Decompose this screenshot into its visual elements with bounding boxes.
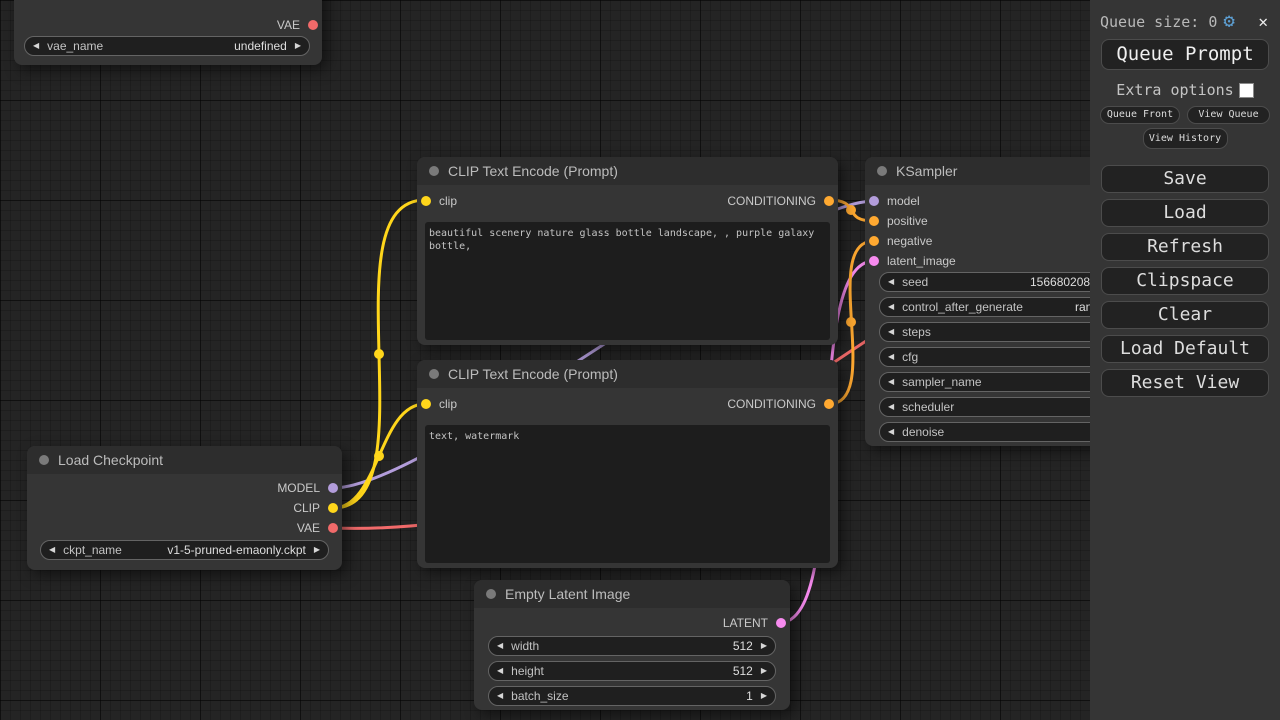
decrement-arrow-icon[interactable]: ◀ xyxy=(888,353,894,361)
output-label: CONDITIONING xyxy=(727,397,816,411)
port-row: VAE xyxy=(14,15,322,35)
input-label: clip xyxy=(439,194,457,208)
node-clip-text-encode-negative[interactable]: CLIP Text Encode (Prompt) clip CONDITION… xyxy=(417,360,838,568)
clip-input-port[interactable] xyxy=(421,196,431,206)
increment-arrow-icon[interactable]: ▶ xyxy=(761,667,767,675)
output-label: MODEL xyxy=(277,481,320,495)
node-load-checkpoint[interactable]: Load Checkpoint MODEL CLIP VAE ◀ ckpt_na… xyxy=(27,446,342,570)
input-label: positive xyxy=(887,214,928,228)
node-title: CLIP Text Encode (Prompt) xyxy=(448,366,618,382)
conditioning-output-port[interactable] xyxy=(824,399,834,409)
queue-size-label: Queue size: 0 xyxy=(1100,13,1217,31)
node-clip-text-encode-positive[interactable]: CLIP Text Encode (Prompt) clip CONDITION… xyxy=(417,157,838,345)
batch-size-widget[interactable]: ◀ batch_size 1 ▶ xyxy=(488,686,776,706)
node-title-bar[interactable]: Empty Latent Image xyxy=(474,580,790,608)
widget-value: 1 xyxy=(746,689,753,703)
widget-value: 512 xyxy=(733,639,753,653)
input-label: latent_image xyxy=(887,254,956,268)
decrement-arrow-icon[interactable]: ◀ xyxy=(33,42,39,50)
decrement-arrow-icon[interactable]: ◀ xyxy=(888,278,894,286)
clear-button[interactable]: Clear xyxy=(1101,301,1269,329)
clip-input-port[interactable] xyxy=(421,399,431,409)
decrement-arrow-icon[interactable]: ◀ xyxy=(497,692,503,700)
widget-label: vae_name xyxy=(47,39,234,53)
node-empty-latent-image[interactable]: Empty Latent Image LATENT ◀ width 512 ▶ … xyxy=(474,580,790,710)
view-history-button[interactable]: View History xyxy=(1143,128,1228,149)
widget-label: height xyxy=(511,664,733,678)
extra-options-checkbox[interactable] xyxy=(1239,83,1254,98)
collapse-dot-icon[interactable] xyxy=(429,166,439,176)
extra-options-label: Extra options xyxy=(1116,81,1233,99)
decrement-arrow-icon[interactable]: ◀ xyxy=(888,378,894,386)
node-title: Empty Latent Image xyxy=(505,586,630,602)
widget-value: v1-5-pruned-emaonly.ckpt xyxy=(167,543,306,557)
queue-front-button[interactable]: Queue Front xyxy=(1100,106,1180,124)
prompt-textarea[interactable]: text, watermark xyxy=(425,425,830,563)
comfy-menu: Queue size: 0 ⚙ ✕ Queue Prompt Extra opt… xyxy=(1090,0,1280,720)
increment-arrow-icon[interactable]: ▶ xyxy=(761,692,767,700)
collapse-dot-icon[interactable] xyxy=(429,369,439,379)
increment-arrow-icon[interactable]: ▶ xyxy=(314,546,320,554)
prompt-textarea[interactable]: beautiful scenery nature glass bottle la… xyxy=(425,222,830,340)
collapse-dot-icon[interactable] xyxy=(486,589,496,599)
output-label: CLIP xyxy=(293,501,320,515)
widget-value: 512 xyxy=(733,664,753,678)
decrement-arrow-icon[interactable]: ◀ xyxy=(888,303,894,311)
positive-input-port[interactable] xyxy=(869,216,879,226)
collapse-dot-icon[interactable] xyxy=(877,166,887,176)
output-label: CONDITIONING xyxy=(727,194,816,208)
decrement-arrow-icon[interactable]: ◀ xyxy=(497,642,503,650)
vae-output-port[interactable] xyxy=(328,523,338,533)
clip-output-port[interactable] xyxy=(328,503,338,513)
output-label: LATENT xyxy=(723,616,768,630)
decrement-arrow-icon[interactable]: ◀ xyxy=(497,667,503,675)
increment-arrow-icon[interactable]: ▶ xyxy=(295,42,301,50)
clipspace-button[interactable]: Clipspace xyxy=(1101,267,1269,295)
save-button[interactable]: Save xyxy=(1101,165,1269,193)
view-queue-button[interactable]: View Queue xyxy=(1187,106,1270,124)
collapse-dot-icon[interactable] xyxy=(39,455,49,465)
node-title-bar[interactable]: CLIP Text Encode (Prompt) xyxy=(417,360,838,388)
output-label: VAE xyxy=(297,521,320,535)
widget-value: undefined xyxy=(234,39,287,53)
widget-value: 1566802087 xyxy=(1030,275,1097,289)
latent-output-port[interactable] xyxy=(776,618,786,628)
height-widget[interactable]: ◀ height 512 ▶ xyxy=(488,661,776,681)
decrement-arrow-icon[interactable]: ◀ xyxy=(888,328,894,336)
input-label: model xyxy=(887,194,920,208)
increment-arrow-icon[interactable]: ▶ xyxy=(761,642,767,650)
input-label: clip xyxy=(439,397,457,411)
close-icon[interactable]: ✕ xyxy=(1258,12,1268,31)
refresh-button[interactable]: Refresh xyxy=(1101,233,1269,261)
conditioning-output-port[interactable] xyxy=(824,196,834,206)
latent-image-input-port[interactable] xyxy=(869,256,879,266)
widget-label: width xyxy=(511,639,733,653)
vae-output-port[interactable] xyxy=(308,20,318,30)
decrement-arrow-icon[interactable]: ◀ xyxy=(49,546,55,554)
model-input-port[interactable] xyxy=(869,196,879,206)
negative-input-port[interactable] xyxy=(869,236,879,246)
vae-name-widget[interactable]: ◀ vae_name undefined ▶ xyxy=(24,36,310,56)
reset-view-button[interactable]: Reset View xyxy=(1101,369,1269,397)
output-label: VAE xyxy=(277,18,300,32)
width-widget[interactable]: ◀ width 512 ▶ xyxy=(488,636,776,656)
queue-prompt-button[interactable]: Queue Prompt xyxy=(1101,39,1269,70)
ckpt-name-widget[interactable]: ◀ ckpt_name v1-5-pruned-emaonly.ckpt ▶ xyxy=(40,540,329,560)
widget-label: ckpt_name xyxy=(63,543,167,557)
model-output-port[interactable] xyxy=(328,483,338,493)
node-load-vae[interactable]: VAE ◀ vae_name undefined ▶ xyxy=(14,0,322,65)
decrement-arrow-icon[interactable]: ◀ xyxy=(888,403,894,411)
input-label: negative xyxy=(887,234,932,248)
node-title-bar[interactable]: Load Checkpoint xyxy=(27,446,342,474)
load-default-button[interactable]: Load Default xyxy=(1101,335,1269,363)
node-title: KSampler xyxy=(896,163,957,179)
node-title: Load Checkpoint xyxy=(58,452,163,468)
gear-icon[interactable]: ⚙ xyxy=(1223,12,1234,31)
widget-label: batch_size xyxy=(511,689,746,703)
load-button[interactable]: Load xyxy=(1101,199,1269,227)
node-title-bar[interactable]: CLIP Text Encode (Prompt) xyxy=(417,157,838,185)
node-title: CLIP Text Encode (Prompt) xyxy=(448,163,618,179)
decrement-arrow-icon[interactable]: ◀ xyxy=(888,428,894,436)
